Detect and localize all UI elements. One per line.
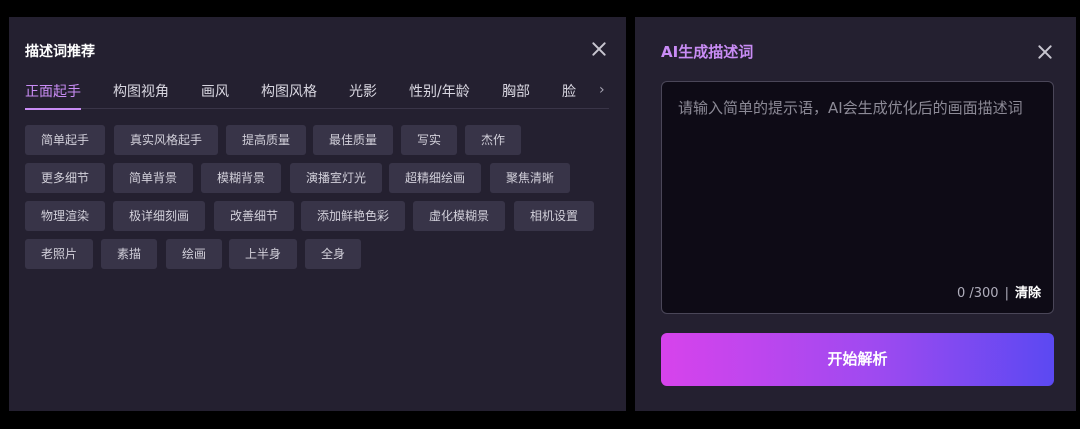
chip[interactable]: 真实风格起手 [114, 125, 219, 155]
chip[interactable]: 绘画 [166, 239, 223, 269]
panel-title: AI生成描述词 [661, 43, 754, 61]
chip[interactable]: 超精细绘画 [389, 163, 482, 193]
clear-button[interactable]: 清除 [1015, 286, 1041, 301]
chevron-right-icon[interactable]: › [599, 81, 613, 101]
chip[interactable]: 模糊背景 [201, 163, 282, 193]
chip[interactable]: 最佳质量 [313, 125, 394, 155]
chip[interactable]: 相机设置 [514, 201, 595, 231]
panel-title: 描述词推荐 [25, 44, 95, 60]
char-counter: 0 /300 | 清除 [957, 282, 1041, 301]
prompt-input[interactable]: 请输入简单的提示语，AI会生成优化后的画面描述词 0 /300 | 清除 [661, 81, 1054, 314]
chip[interactable]: 添加鲜艳色彩 [301, 201, 406, 231]
tab-chest[interactable]: 胸部 [502, 81, 530, 109]
start-parse-button[interactable]: 开始解析 [661, 333, 1054, 386]
chip[interactable]: 杰作 [465, 125, 522, 155]
counter-separator: | [1004, 286, 1009, 301]
close-icon[interactable] [1036, 43, 1054, 61]
chip-row: 物理渲染 极详细刻画 改善细节 添加鲜艳色彩 虚化模糊景 相机设置 [25, 201, 615, 239]
chip[interactable]: 简单背景 [113, 163, 194, 193]
tab-composition-style[interactable]: 构图风格 [261, 81, 317, 109]
chip-row: 更多细节 简单背景 模糊背景 演播室灯光 超精细绘画 聚焦清晰 [25, 163, 615, 201]
chip[interactable]: 简单起手 [25, 125, 106, 155]
chip[interactable]: 全身 [305, 239, 362, 269]
prompt-placeholder: 请输入简单的提示语，AI会生成优化后的画面描述词 [678, 99, 1023, 117]
char-count: 0 /300 [956, 286, 999, 301]
tab-positive-start[interactable]: 正面起手 [25, 81, 81, 110]
tab-art-style[interactable]: 画风 [201, 81, 229, 109]
tab-composition-view[interactable]: 构图视角 [113, 81, 169, 109]
chip-row: 老照片 素描 绘画 上半身 全身 [25, 239, 615, 277]
chip[interactable]: 上半身 [229, 239, 298, 269]
chip[interactable]: 虚化模糊景 [413, 201, 506, 231]
description-recommend-panel: 描述词推荐 正面起手 构图视角 画风 构图风格 光影 性别/年龄 胸部 脸 › … [9, 17, 626, 411]
chip[interactable]: 素描 [101, 239, 158, 269]
chip[interactable]: 写实 [401, 125, 458, 155]
tab-gender-age[interactable]: 性别/年龄 [409, 81, 470, 109]
chip[interactable]: 演播室灯光 [290, 163, 383, 193]
ai-generate-panel: AI生成描述词 请输入简单的提示语，AI会生成优化后的画面描述词 0 /300 |… [635, 17, 1076, 411]
chip[interactable]: 提高质量 [226, 125, 307, 155]
chip[interactable]: 老照片 [25, 239, 94, 269]
chip[interactable]: 改善细节 [214, 201, 295, 231]
tab-lighting[interactable]: 光影 [349, 81, 377, 109]
close-icon[interactable] [590, 40, 608, 58]
category-tabs: 正面起手 构图视角 画风 构图风格 光影 性别/年龄 胸部 脸 › [25, 81, 609, 110]
chip[interactable]: 极详细刻画 [113, 201, 206, 231]
chip[interactable]: 更多细节 [25, 163, 106, 193]
chip-list: 简单起手 真实风格起手 提高质量 最佳质量 写实 杰作 更多细节 简单背景 模糊… [25, 125, 615, 277]
chip[interactable]: 聚焦清晰 [490, 163, 571, 193]
chip-row: 简单起手 真实风格起手 提高质量 最佳质量 写实 杰作 [25, 125, 615, 163]
chip[interactable]: 物理渲染 [25, 201, 106, 231]
tab-face[interactable]: 脸 [562, 81, 576, 109]
